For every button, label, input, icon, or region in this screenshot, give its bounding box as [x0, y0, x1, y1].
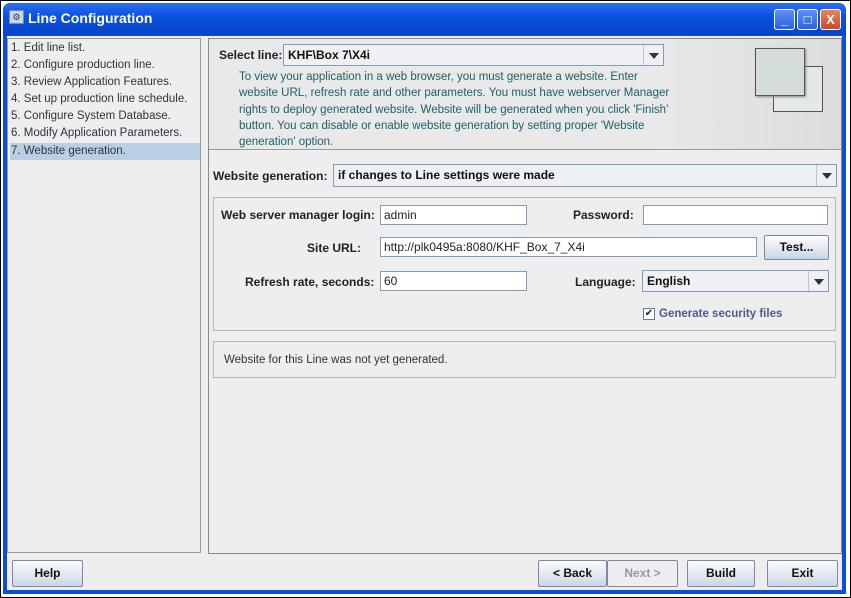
- site-url-label: Site URL:: [307, 241, 361, 255]
- refresh-rate-input[interactable]: 60: [380, 271, 527, 291]
- minimize-button[interactable]: _: [774, 9, 795, 30]
- refresh-rate-label: Refresh rate, seconds:: [245, 275, 375, 289]
- help-button[interactable]: Help: [12, 560, 83, 587]
- language-value: English: [647, 274, 691, 288]
- login-input[interactable]: admin: [380, 205, 527, 225]
- next-button: Next >: [607, 560, 678, 587]
- language-combo[interactable]: English: [642, 270, 829, 292]
- step-item[interactable]: 4. Set up production line schedule.: [10, 91, 200, 108]
- build-button[interactable]: Build: [687, 560, 755, 587]
- steps-list: 1. Edit line list. 2. Configure producti…: [7, 38, 201, 553]
- website-generation-label: Website generation:: [213, 169, 328, 183]
- close-button[interactable]: X: [820, 9, 841, 30]
- select-line-label: Select line:: [219, 48, 283, 62]
- step-item[interactable]: 5. Configure System Database.: [10, 108, 200, 125]
- chevron-down-icon[interactable]: [816, 165, 836, 186]
- chevron-down-icon[interactable]: [643, 45, 663, 65]
- app-icon: ⚙: [9, 10, 24, 24]
- status-message: Website for this Line was not yet genera…: [213, 341, 836, 378]
- pie-chart-illustration-icon: [755, 48, 805, 96]
- test-button[interactable]: Test...: [764, 235, 829, 260]
- site-url-input[interactable]: http://plk0495a:8080/KHF_Box_7_X4i: [380, 237, 757, 257]
- select-line-combo[interactable]: KHF\Box 7\X4i: [283, 44, 664, 66]
- password-label: Password:: [573, 208, 634, 222]
- step-item[interactable]: 3. Review Application Features.: [10, 74, 200, 91]
- language-label: Language:: [575, 275, 636, 289]
- security-checkbox-label[interactable]: Generate security files: [659, 308, 782, 320]
- step-item[interactable]: 2. Configure production line.: [10, 57, 200, 74]
- step-item[interactable]: 6. Modify Application Parameters.: [10, 125, 200, 142]
- step-item[interactable]: 1. Edit line list.: [10, 40, 200, 57]
- step-item-selected[interactable]: 7. Website generation.: [10, 143, 200, 160]
- password-input[interactable]: [643, 205, 828, 225]
- chevron-down-icon[interactable]: [808, 271, 828, 291]
- security-checkbox[interactable]: ✔: [643, 308, 655, 320]
- window-title: Line Configuration: [28, 10, 153, 26]
- login-label: Web server manager login:: [221, 208, 375, 222]
- maximize-button[interactable]: □: [797, 9, 818, 30]
- description-text: To view your application in a web browse…: [239, 71, 670, 149]
- website-generation-combo[interactable]: if changes to Line settings were made: [333, 164, 837, 187]
- select-line-value: KHF\Box 7\X4i: [288, 48, 371, 62]
- exit-button[interactable]: Exit: [767, 560, 838, 587]
- back-button[interactable]: < Back: [538, 560, 607, 587]
- website-generation-value: if changes to Line settings were made: [338, 168, 555, 182]
